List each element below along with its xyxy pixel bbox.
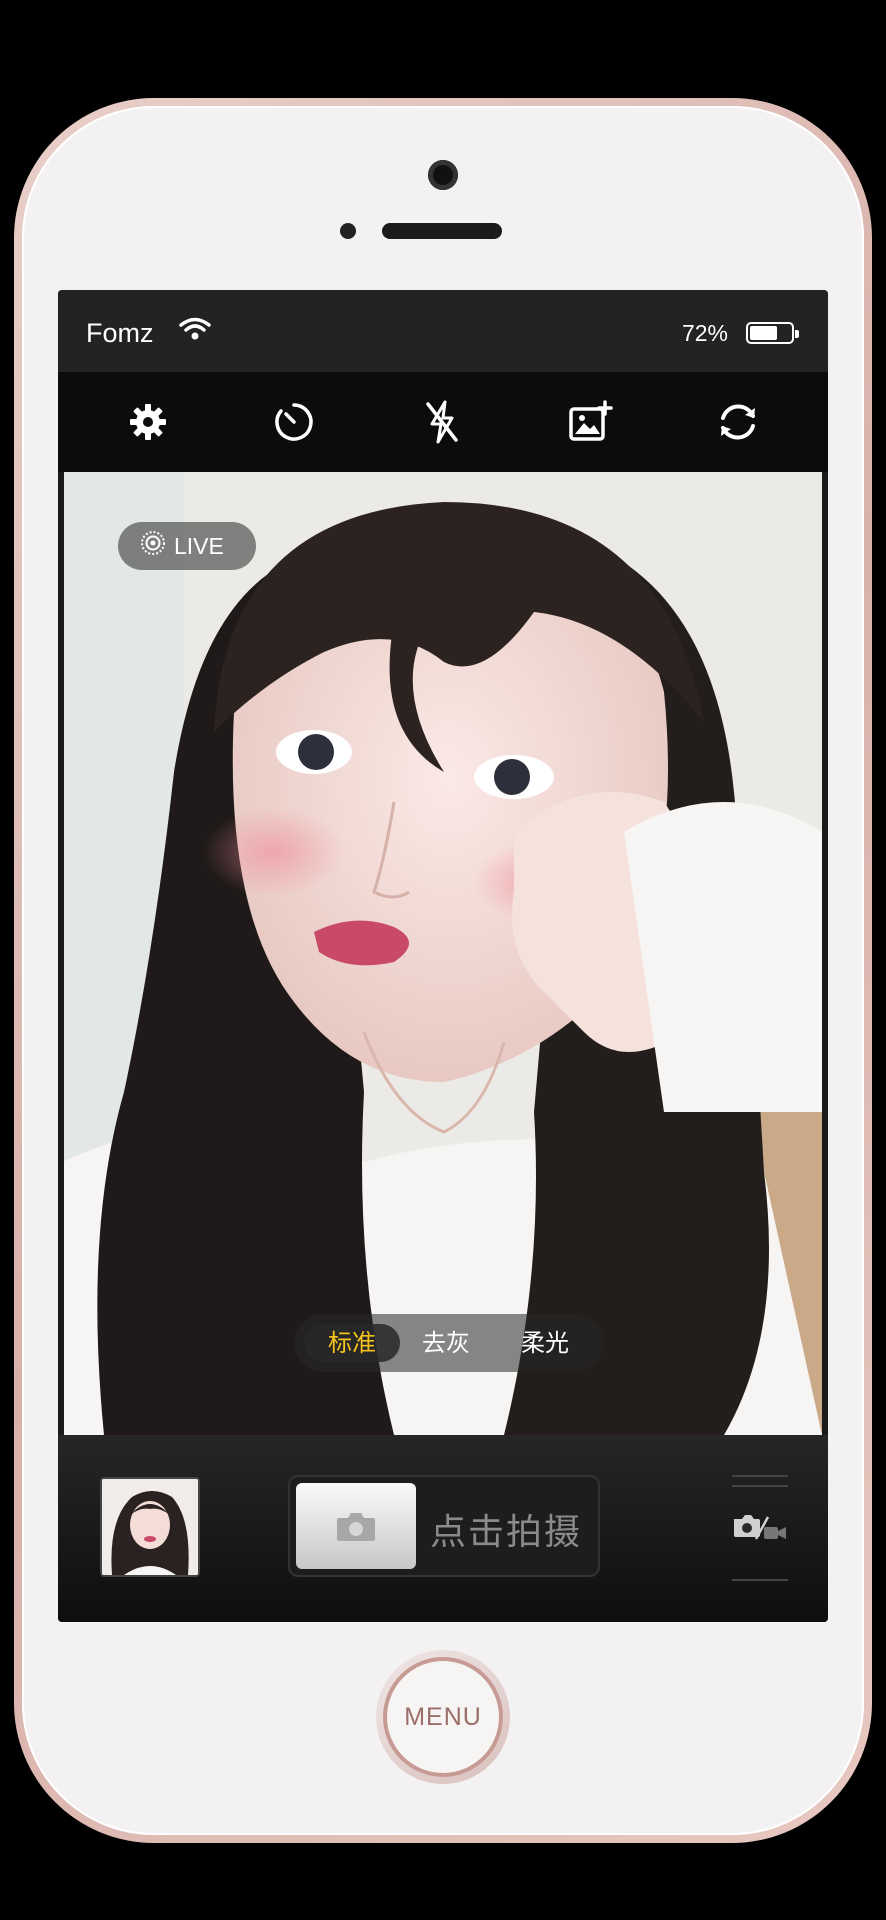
battery-fill (750, 326, 777, 340)
front-camera (428, 160, 458, 190)
switch-camera-button[interactable] (712, 396, 764, 448)
gallery-thumbnail[interactable] (100, 1477, 200, 1577)
timer-button[interactable] (268, 396, 320, 448)
flash-button[interactable] (416, 396, 468, 448)
home-button-label: MENU (383, 1657, 503, 1777)
camera-toolbar (58, 372, 828, 472)
live-photo-icon (140, 530, 166, 562)
live-photo-toggle[interactable]: LIVE (118, 522, 256, 570)
gallery-thumbnail-image (102, 1479, 198, 1575)
shutter-key (296, 1483, 416, 1569)
photo-video-icon (734, 1515, 786, 1540)
battery-percent: 72% (681, 320, 728, 346)
flash-off-icon (426, 400, 458, 444)
settings-button[interactable] (122, 396, 174, 448)
filter-dehaze[interactable]: 去灰 (404, 1324, 488, 1362)
camera-viewfinder[interactable]: LIVE 标准 去灰 柔光 (64, 472, 822, 1435)
switch-camera-icon (721, 404, 755, 440)
filter-standard[interactable]: 标准 (304, 1324, 400, 1362)
home-button[interactable]: MENU (376, 1650, 510, 1784)
status-bar: Fomz 72% (58, 290, 828, 372)
filter-soft-light[interactable]: 柔光 (500, 1324, 590, 1362)
timer-icon (275, 403, 313, 441)
camera-icon (337, 1513, 375, 1541)
shutter-button[interactable]: 点击拍摄 (288, 1475, 600, 1577)
carrier-name: Fomz (86, 318, 154, 348)
live-label: LIVE (174, 532, 224, 559)
battery-icon (746, 322, 799, 344)
photo-video-switch[interactable] (732, 1475, 788, 1581)
camera-preview-image (64, 472, 822, 1435)
shutter-label: 点击拍摄 (430, 1512, 583, 1553)
add-photo-button[interactable] (564, 396, 616, 448)
add-photo-icon (569, 400, 613, 441)
earpiece-speaker (382, 223, 502, 239)
proximity-sensor (340, 223, 356, 239)
capture-bar: 点击拍摄 (58, 1435, 828, 1622)
gear-icon (130, 404, 166, 440)
app-screen: Fomz 72% LIVE 标准 去灰 柔光 点击拍摄 (58, 290, 828, 1622)
wifi-icon (178, 316, 212, 347)
filter-selector: 标准 去灰 柔光 (294, 1314, 604, 1372)
